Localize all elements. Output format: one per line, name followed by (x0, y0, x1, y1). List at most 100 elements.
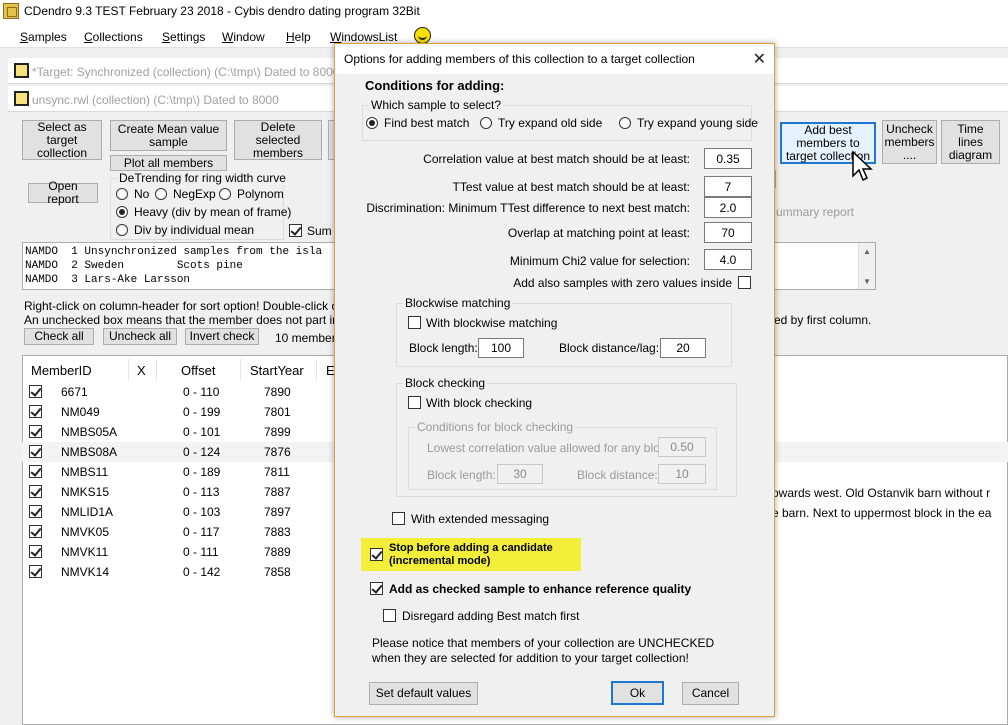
summary-report-link[interactable]: ummary report (776, 205, 854, 219)
correlation-input[interactable]: 0.35 (704, 148, 752, 169)
close-icon[interactable]: ✕ (753, 49, 766, 69)
table-row[interactable]: NMKS15 0 - 113 7887 (23, 482, 337, 502)
table-row[interactable]: NMVK05 0 - 117 7883 (23, 522, 337, 542)
cancel-button[interactable]: Cancel (682, 682, 739, 705)
detrend-no-radio[interactable] (116, 188, 128, 200)
hint-line-1: Right-click on column-header for sort op… (24, 299, 375, 313)
block-length-input[interactable]: 100 (478, 338, 524, 358)
detrend-div-radio[interactable] (116, 224, 128, 236)
table-row[interactable]: NMLID1A 0 - 103 7897 (23, 502, 337, 522)
member-startyear: 7858 (264, 565, 291, 579)
blockwise-checkbox[interactable] (408, 316, 421, 329)
col-separator (316, 359, 317, 381)
window-icon (14, 63, 29, 78)
overlap-label: Overlap at matching point at least: (507, 226, 690, 240)
scroll-down-icon[interactable]: ▼ (863, 277, 871, 286)
info-line-1: NAMDO 1 Unsynchronized samples from the … (25, 246, 323, 258)
bc-length-input[interactable]: 30 (497, 464, 543, 484)
table-row[interactable]: NMBS08A 0 - 124 7876 (23, 442, 337, 462)
menu-help[interactable]: Help (286, 30, 311, 44)
check-all-button[interactable]: Check all (24, 328, 94, 345)
table-row[interactable]: NMBS11 0 - 189 7811 (23, 462, 337, 482)
detrend-polynom-radio[interactable] (219, 188, 231, 200)
row-checkbox[interactable] (29, 445, 42, 458)
block-distance-input[interactable]: 20 (660, 338, 706, 358)
member-startyear: 7883 (264, 525, 291, 539)
info-scrollbar[interactable]: ▲ ▼ (858, 243, 875, 289)
table-row[interactable]: NMVK14 0 - 142 7858 (23, 562, 337, 582)
col-offset[interactable]: Offset (181, 363, 215, 378)
row-checkbox[interactable] (29, 405, 42, 418)
member-offset: 0 - 142 (183, 565, 221, 579)
row-checkbox[interactable] (29, 505, 42, 518)
menu-settings[interactable]: Settings (162, 30, 205, 44)
uncheck-members-button[interactable]: Uncheck members .... (882, 120, 937, 164)
row-checkbox[interactable] (29, 465, 42, 478)
overlap-input[interactable]: 70 (704, 222, 752, 243)
row-checkbox[interactable] (29, 565, 42, 578)
ok-button[interactable]: Ok (611, 681, 664, 705)
row-checkbox[interactable] (29, 385, 42, 398)
unsync-window-title: unsync.rwl (collection) (C:\tmp\) Dated … (32, 93, 279, 107)
col-startyear[interactable]: StartYear (250, 363, 304, 378)
chi2-input[interactable]: 4.0 (704, 249, 752, 270)
detrend-negexp-label: NegExp (173, 187, 216, 201)
detrend-negexp-radio[interactable] (155, 188, 167, 200)
menu-windowslist[interactable]: WindowsList (330, 30, 397, 44)
stop-before-checkbox[interactable] (370, 548, 383, 561)
delete-selected-button[interactable]: Delete selected members (234, 120, 322, 160)
expand-young-radio[interactable] (619, 117, 631, 129)
set-default-button[interactable]: Set default values (369, 682, 478, 705)
notice-line-2: when they are selected for addition to y… (372, 651, 689, 665)
member-id: NM049 (61, 405, 100, 419)
zero-values-checkbox[interactable] (738, 276, 751, 289)
stop-before-label-1: Stop before adding a candidate (389, 542, 553, 554)
stop-before-label-2: (incremental mode) (389, 555, 491, 567)
plot-all-button[interactable]: Plot all members (110, 155, 227, 171)
table-row[interactable]: 6671 0 - 110 7890 (23, 382, 337, 402)
col-separator (156, 359, 157, 381)
create-mean-button[interactable]: Create Mean value sample (110, 120, 227, 151)
block-checking-title: Block checking (403, 376, 488, 390)
disregard-checkbox[interactable] (383, 609, 396, 622)
select-target-button[interactable]: Select as target collection (22, 120, 102, 160)
expand-young-label: Try expand young side (637, 116, 758, 130)
row-checkbox[interactable] (29, 525, 42, 538)
menu-samples[interactable]: Samples (20, 30, 67, 44)
row-checkbox[interactable] (29, 545, 42, 558)
row-checkbox[interactable] (29, 425, 42, 438)
detrend-heavy-label: Heavy (div by mean of frame) (134, 205, 292, 219)
row-checkbox[interactable] (29, 485, 42, 498)
member-id: NMKS15 (61, 485, 110, 499)
detrend-heavy-radio[interactable] (116, 206, 128, 218)
scroll-up-icon[interactable]: ▲ (863, 247, 871, 256)
add-checked-checkbox[interactable] (370, 582, 383, 595)
dialog-title: Options for adding members of this colle… (344, 52, 695, 66)
member-offset: 0 - 199 (183, 405, 221, 419)
member-offset: 0 - 110 (183, 385, 220, 399)
detrending-title: DeTrending for ring width curve (117, 171, 288, 185)
table-row[interactable]: NMVK11 0 - 111 7889 (23, 542, 337, 562)
block-checking-checkbox[interactable] (408, 396, 421, 409)
open-report-button[interactable]: Open report (28, 180, 98, 206)
sum-checkbox[interactable] (289, 224, 302, 237)
table-row[interactable]: NM049 0 - 199 7801 (23, 402, 337, 422)
menu-collections[interactable]: Collections (84, 30, 143, 44)
find-best-match-radio[interactable] (366, 117, 378, 129)
expand-old-radio[interactable] (480, 117, 492, 129)
col-x[interactable]: X (137, 363, 146, 378)
ttest-input[interactable]: 7 (704, 176, 752, 197)
time-lines-button[interactable]: Time lines diagram (941, 120, 1000, 164)
discrimination-input[interactable]: 2.0 (704, 197, 752, 218)
lowest-corr-input[interactable]: 0.50 (658, 437, 706, 457)
extended-messaging-checkbox[interactable] (392, 512, 405, 525)
table-row[interactable]: NMBS05A 0 - 101 7899 (23, 422, 337, 442)
col-memberid[interactable]: MemberID (31, 363, 92, 378)
member-id: NMVK11 (61, 545, 109, 559)
bc-distance-input[interactable]: 10 (658, 464, 706, 484)
lowest-corr-label: Lowest correlation value allowed for any… (427, 441, 676, 455)
uncheck-all-button[interactable]: Uncheck all (103, 328, 177, 345)
invert-check-button[interactable]: Invert check (185, 328, 259, 345)
menu-window[interactable]: Window (222, 30, 265, 44)
smiley-icon[interactable] (414, 27, 431, 44)
